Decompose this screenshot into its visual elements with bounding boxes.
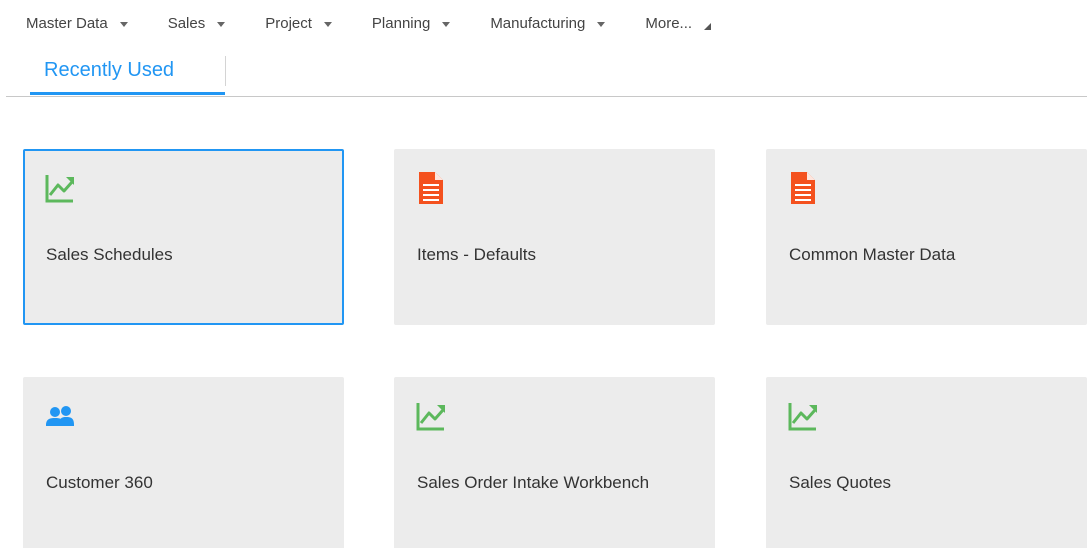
tab-divider <box>225 56 226 86</box>
menu-label: Master Data <box>26 14 108 32</box>
menu-more[interactable]: More... <box>645 14 712 32</box>
menu-project[interactable]: Project <box>265 15 332 32</box>
menu-sales[interactable]: Sales <box>168 15 226 32</box>
caret-down-icon <box>217 21 226 27</box>
menu-label: Manufacturing <box>490 14 586 32</box>
document-icon <box>791 172 815 204</box>
tile-customer-360[interactable]: Customer 360 <box>23 377 344 548</box>
chart-trend-icon <box>45 175 74 203</box>
tile-sales-order-intake-workbench[interactable]: Sales Order Intake Workbench <box>394 377 715 548</box>
chart-trend-icon <box>416 403 445 431</box>
corner-triangle-icon <box>704 22 712 30</box>
menu-planning[interactable]: Planning <box>371 14 451 32</box>
users-icon <box>46 406 74 426</box>
tile-label: Sales Quotes <box>789 473 892 492</box>
tile-items-defaults[interactable]: Items - Defaults <box>394 149 715 325</box>
active-tab-indicator <box>30 92 225 95</box>
tile-sales-quotes[interactable]: Sales Quotes <box>766 377 1087 548</box>
tile-label: Items - Defaults <box>417 245 537 264</box>
tile-label: Customer 360 <box>46 473 153 492</box>
menu-label: Sales <box>167 14 206 32</box>
tile-label: Sales Schedules <box>46 245 173 264</box>
tile-common-master-data[interactable]: Common Master Data <box>766 149 1087 325</box>
caret-down-icon <box>323 21 332 27</box>
document-icon <box>419 172 443 204</box>
tile-label: Common Master Data <box>789 245 956 264</box>
menu-label: More... <box>645 14 693 32</box>
caret-down-icon <box>597 21 606 27</box>
menu-manufacturing[interactable]: Manufacturing <box>490 14 606 32</box>
tab-strip: Recently Used <box>6 46 1087 97</box>
caret-down-icon <box>119 21 128 27</box>
menu-master-data[interactable]: Master Data <box>26 15 128 32</box>
caret-down-icon <box>442 21 451 27</box>
app-window: Master Data Sales Project Planning Manuf… <box>0 0 1087 548</box>
tile-sales-schedules[interactable]: Sales Schedules <box>23 149 344 325</box>
menu-label: Project <box>265 14 312 32</box>
top-menu-bar: Master Data Sales Project Planning Manuf… <box>0 0 751 46</box>
tab-recently-used[interactable]: Recently Used <box>30 46 188 95</box>
menu-label: Planning <box>371 14 431 32</box>
chart-trend-icon <box>788 403 817 431</box>
tab-label: Recently Used <box>44 59 175 81</box>
tile-label: Sales Order Intake Workbench <box>417 473 650 492</box>
